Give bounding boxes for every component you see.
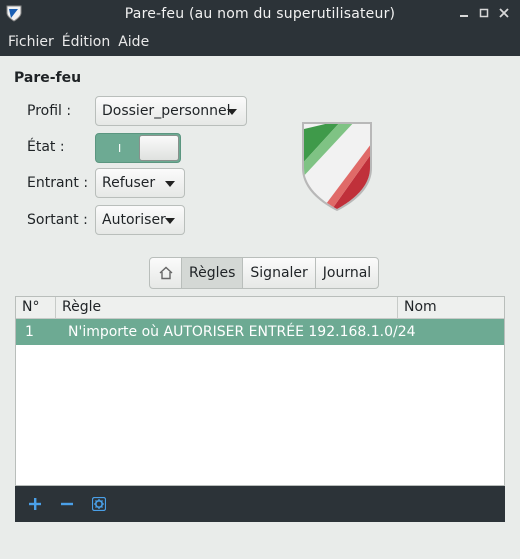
firewall-shield-logo	[302, 122, 372, 211]
plus-icon	[29, 498, 41, 510]
minimize-icon[interactable]	[455, 4, 473, 22]
remove-rule-button[interactable]	[51, 486, 83, 522]
toggle-knob[interactable]	[139, 135, 179, 161]
incoming-label: Entrant :	[27, 175, 89, 191]
tab-home[interactable]	[149, 257, 182, 289]
rules-toolbar	[15, 486, 505, 522]
profile-label: Profil :	[27, 103, 72, 119]
profile-dropdown[interactable]: Dossier_personnel	[95, 96, 247, 126]
tab-signaler[interactable]: Signaler	[242, 257, 316, 289]
add-rule-button[interactable]	[19, 486, 51, 522]
tab-bar: Règles Signaler Journal	[149, 257, 380, 289]
title-bar: Pare-feu (au nom du superutilisateur)	[0, 0, 520, 27]
rules-table: N° Règle Nom 1 N'importe où AUTORISER EN…	[15, 296, 505, 486]
table-header: N° Règle Nom	[16, 297, 504, 319]
column-header-num[interactable]: N°	[16, 297, 56, 318]
minus-icon	[61, 502, 73, 506]
home-icon	[159, 266, 172, 280]
tab-regles[interactable]: Règles	[181, 257, 244, 289]
table-row[interactable]: 1 N'importe où AUTORISER ENTRÉE 192.168.…	[16, 319, 504, 345]
outgoing-dropdown[interactable]: Autoriser	[95, 205, 185, 235]
status-label: État :	[27, 139, 65, 155]
window-title: Pare-feu (au nom du superutilisateur)	[124, 5, 396, 22]
close-icon[interactable]	[495, 4, 513, 22]
incoming-value: Refuser	[102, 175, 156, 191]
maximize-icon[interactable]	[475, 4, 493, 22]
section-title: Pare-feu	[14, 70, 82, 86]
firewall-app-icon	[6, 5, 22, 22]
column-header-rule[interactable]: Règle	[56, 297, 398, 318]
chevron-down-icon	[165, 218, 175, 224]
menu-fichier[interactable]: Fichier	[0, 34, 60, 50]
outgoing-value: Autoriser	[102, 212, 166, 228]
status-toggle[interactable]: I	[95, 133, 181, 163]
menu-aide[interactable]: Aide	[116, 34, 155, 50]
column-header-name[interactable]: Nom	[398, 297, 504, 318]
menu-bar: Fichier Édition Aide	[0, 27, 520, 56]
profile-value: Dossier_personnel	[102, 103, 231, 119]
outgoing-label: Sortant :	[27, 212, 88, 228]
toggle-on-mark: I	[118, 142, 122, 155]
menu-edition[interactable]: Édition	[60, 34, 116, 50]
tab-journal[interactable]: Journal	[314, 257, 380, 289]
rule-text: N'importe où AUTORISER ENTRÉE 192.168.1.…	[68, 324, 416, 340]
edit-rule-button[interactable]	[83, 486, 115, 522]
chevron-down-icon	[227, 109, 237, 115]
incoming-dropdown[interactable]: Refuser	[95, 168, 185, 198]
gear-icon	[92, 497, 106, 511]
rule-number: 1	[25, 324, 34, 340]
chevron-down-icon	[165, 181, 175, 187]
